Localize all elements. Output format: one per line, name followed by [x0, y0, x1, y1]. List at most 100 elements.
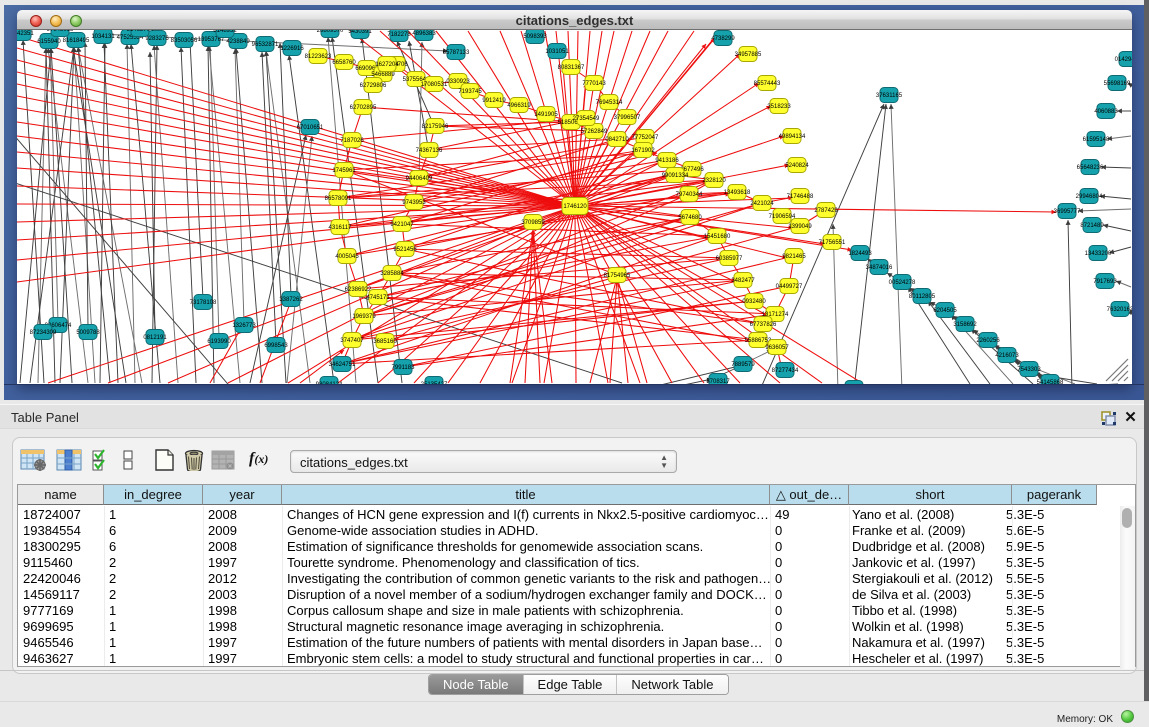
svg-text:87277434: 87277434: [772, 368, 799, 374]
svg-text:4216073: 4216073: [995, 353, 1019, 359]
svg-text:57262849: 57262849: [581, 129, 608, 135]
svg-text:5674680: 5674680: [678, 215, 702, 221]
svg-text:3518233: 3518233: [767, 104, 791, 110]
svg-text:4966319: 4966319: [507, 103, 531, 109]
svg-text:67737826: 67737826: [750, 322, 777, 328]
svg-text:61595148: 61595148: [1083, 137, 1110, 143]
svg-text:3685160: 3685160: [373, 339, 397, 345]
svg-text:3158692: 3158692: [953, 322, 977, 328]
svg-text:4005045: 4005045: [335, 254, 359, 260]
svg-text:7917693: 7917693: [1093, 279, 1117, 285]
svg-text:1969379: 1969379: [352, 314, 376, 320]
svg-text:65787133: 65787133: [443, 50, 470, 56]
svg-text:71756551: 71756551: [819, 240, 846, 246]
svg-text:79740344: 79740344: [676, 192, 703, 198]
svg-text:62729806: 62729806: [360, 83, 387, 89]
svg-text:15451680: 15451680: [704, 234, 731, 240]
svg-text:9421047: 9421047: [390, 222, 414, 228]
svg-text:94406409: 94406409: [406, 176, 433, 182]
svg-text:76320163: 76320163: [1107, 307, 1132, 313]
svg-text:9636057: 9636057: [765, 345, 789, 351]
svg-text:85574443: 85574443: [754, 81, 781, 87]
svg-text:87234309: 87234309: [30, 330, 57, 336]
svg-text:7991183: 7991183: [392, 365, 416, 371]
svg-text:96532871: 96532871: [252, 42, 279, 48]
svg-text:9821465: 9821465: [782, 254, 806, 260]
svg-text:62702895: 62702895: [350, 105, 377, 111]
svg-text:1627204: 1627204: [375, 62, 399, 68]
svg-text:4238849: 4238849: [226, 39, 250, 45]
svg-text:3709859: 3709859: [521, 220, 545, 226]
svg-text:37631165: 37631165: [876, 93, 903, 99]
svg-text:7193745: 7193745: [458, 89, 482, 95]
svg-text:82175946: 82175946: [422, 124, 449, 130]
svg-text:7187026: 7187026: [340, 138, 364, 144]
svg-text:5240824: 5240824: [785, 163, 809, 169]
svg-text:6204505: 6204505: [933, 308, 957, 314]
svg-text:7182278: 7182278: [387, 32, 411, 38]
svg-text:4745171: 4745171: [366, 295, 390, 301]
svg-text:5430391: 5430391: [348, 30, 372, 35]
svg-text:81618495: 81618495: [63, 38, 90, 44]
svg-text:1491905: 1491905: [534, 112, 558, 118]
svg-text:6998543: 6998543: [264, 343, 288, 349]
svg-text:86578091: 86578091: [325, 196, 352, 202]
svg-text:9521456: 9521456: [393, 247, 417, 253]
svg-text:9743953: 9743953: [402, 200, 426, 206]
svg-text:37996507: 37996507: [614, 115, 641, 121]
svg-text:4738299: 4738299: [711, 36, 735, 42]
svg-text:3387262: 3387262: [279, 297, 303, 303]
svg-text:49894134: 49894134: [779, 134, 806, 140]
svg-text:5098393: 5098393: [523, 34, 547, 40]
svg-text:2260256: 2260256: [976, 338, 1000, 344]
svg-text:04499727: 04499727: [776, 284, 803, 290]
svg-text:1824493: 1824493: [848, 251, 872, 257]
svg-text:76945314: 76945314: [596, 100, 623, 106]
svg-text:65648236: 65648236: [1077, 165, 1104, 171]
svg-text:13433200: 13433200: [1085, 251, 1112, 257]
svg-text:97848018: 97848018: [47, 30, 74, 33]
svg-text:73178108: 73178108: [190, 300, 217, 306]
svg-text:0932480: 0932480: [742, 299, 766, 305]
svg-text:81223623: 81223623: [305, 54, 332, 60]
svg-text:6658760: 6658760: [332, 60, 356, 66]
svg-text:8721489: 8721489: [1080, 223, 1104, 229]
svg-text:60385977: 60385977: [716, 256, 743, 262]
svg-text:3482477: 3482477: [731, 278, 755, 284]
svg-text:00524278: 00524278: [889, 280, 916, 286]
svg-text:99091334: 99091334: [662, 173, 689, 179]
svg-text:1031051: 1031051: [545, 49, 569, 55]
svg-text:67010651: 67010651: [297, 125, 324, 131]
svg-text:6193990: 6193990: [207, 339, 231, 345]
svg-text:7889579: 7889579: [731, 362, 755, 368]
svg-text:9912419: 9912419: [482, 98, 506, 104]
svg-text:9283276: 9283276: [145, 36, 169, 42]
svg-text:01429401: 01429401: [1115, 57, 1132, 63]
svg-text:71906594: 71906594: [769, 214, 796, 220]
svg-text:1226916: 1226916: [280, 46, 304, 52]
svg-text:34624751: 34624751: [329, 362, 356, 368]
svg-text:77752047: 77752047: [632, 135, 659, 141]
svg-text:71746488: 71746488: [787, 194, 814, 200]
svg-text:7543303: 7543303: [1017, 367, 1041, 373]
svg-text:80112805: 80112805: [909, 294, 936, 300]
svg-text:2421024: 2421024: [750, 201, 774, 207]
svg-text:55698169: 55698169: [1104, 81, 1131, 87]
svg-text:1746120: 1746120: [563, 204, 587, 210]
svg-text:2328120: 2328120: [702, 178, 726, 184]
svg-text:6542351: 6542351: [17, 31, 34, 37]
svg-text:13493618: 13493618: [724, 190, 751, 196]
svg-text:4896383: 4896383: [412, 31, 436, 37]
svg-text:51462704: 51462704: [127, 30, 154, 33]
svg-text:28809570: 28809570: [317, 30, 344, 34]
svg-text:3285884: 3285884: [380, 271, 404, 277]
svg-text:0812191: 0812191: [143, 335, 167, 341]
svg-text:29946804: 29946804: [1076, 194, 1103, 200]
svg-text:8148932: 8148932: [213, 30, 237, 34]
svg-text:1399049: 1399049: [788, 224, 812, 230]
svg-text:5009788: 5009788: [76, 330, 100, 336]
svg-text:80831367: 80831367: [558, 65, 585, 71]
svg-text:4316117: 4316117: [329, 225, 353, 231]
svg-text:83503056: 83503056: [171, 38, 198, 44]
svg-text:4060883: 4060883: [1094, 109, 1118, 115]
